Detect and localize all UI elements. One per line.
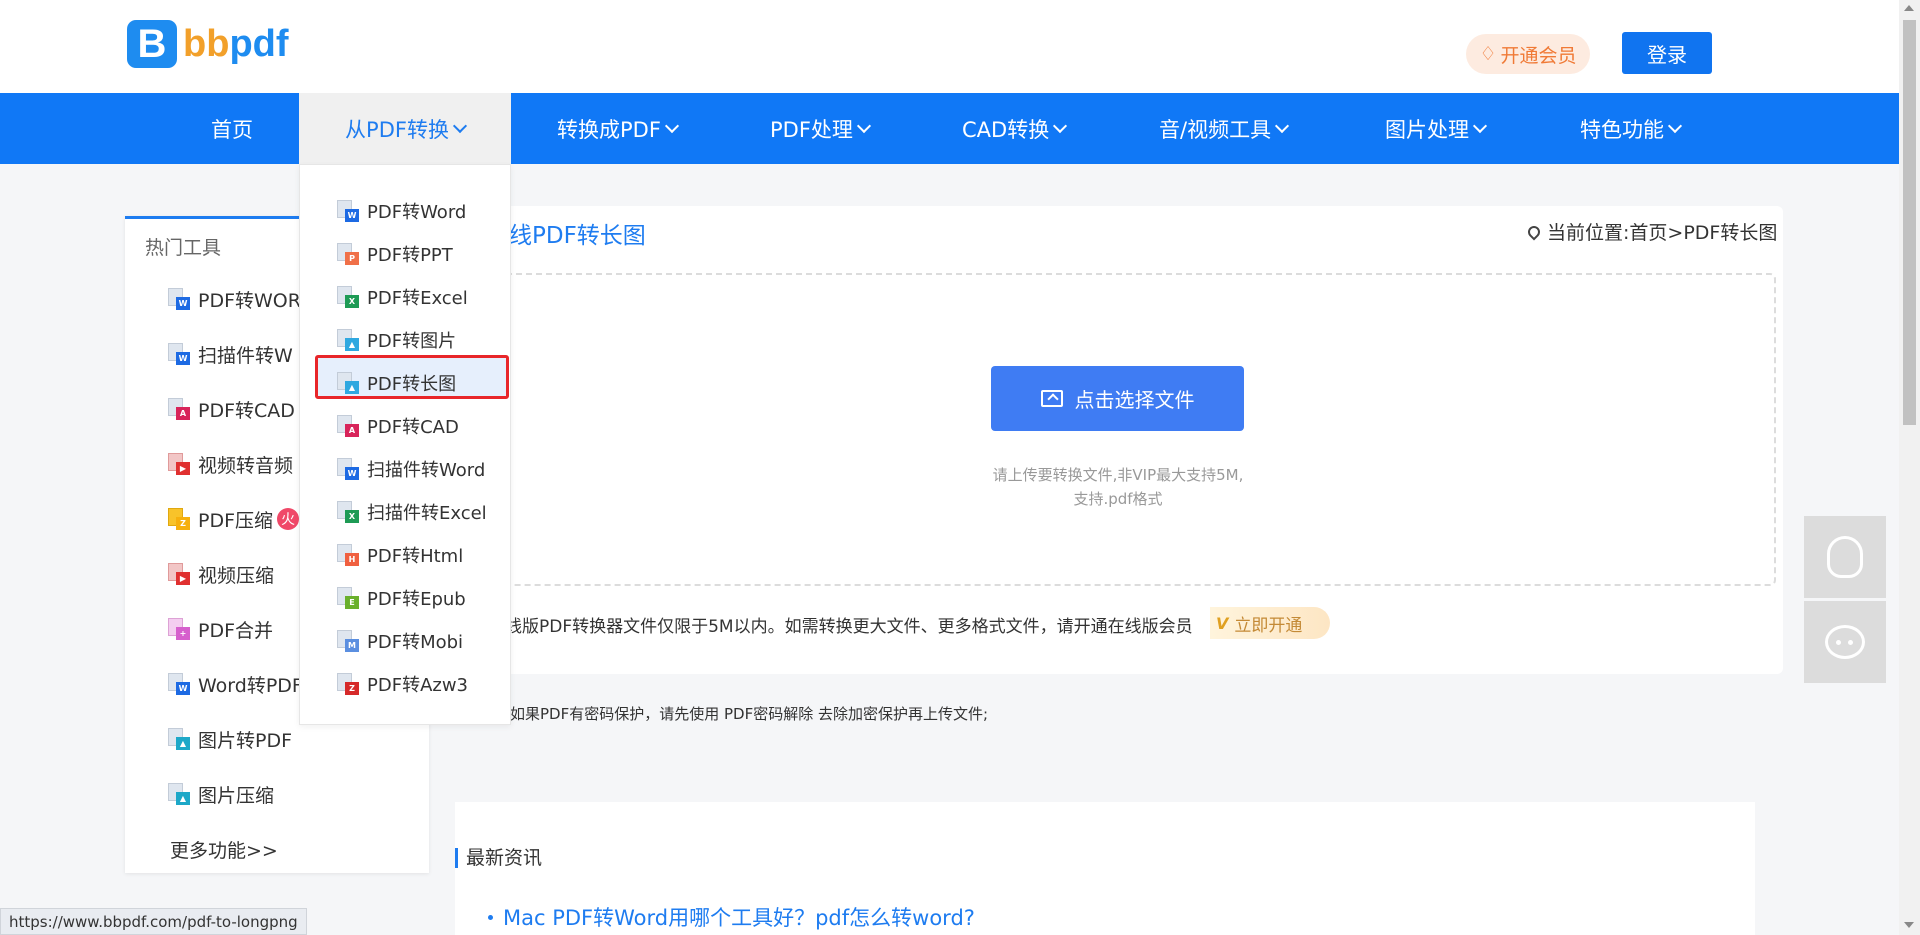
scroll-up-icon[interactable]	[1904, 5, 1914, 11]
logo-mark: B	[127, 20, 177, 68]
location-pin-icon	[1525, 223, 1543, 240]
select-file-button[interactable]: 点击选择文件	[991, 366, 1244, 431]
dropdown-item-scan-to-word[interactable]: W 扫描件转Word	[337, 454, 485, 484]
mobi-file-icon: M	[337, 630, 359, 652]
azw3-file-icon: Z	[337, 673, 359, 695]
diamond-icon: ♢	[1479, 43, 1497, 65]
sidebar-item[interactable]: + PDF合并	[168, 614, 273, 644]
page-title: 线PDF转长图	[509, 223, 646, 249]
html-file-icon: H	[337, 544, 359, 566]
nav-audio-video[interactable]: 音/视频工具	[1159, 93, 1290, 164]
sidebar-item[interactable]: ▲ 图片转PDF	[168, 724, 292, 754]
main-nav: 首页 从PDF转换 转换成PDF PDF处理 CAD转换 音/视频工具 图片处理…	[0, 93, 1899, 164]
more-features-link[interactable]: 更多功能>>	[170, 836, 278, 863]
cad-file-icon: A	[337, 415, 359, 437]
cad-file-icon: A	[168, 398, 190, 420]
word-file-icon: W	[168, 343, 190, 365]
nav-from-pdf[interactable]: 从PDF转换	[299, 93, 511, 164]
nav-special[interactable]: 特色功能	[1580, 93, 1683, 164]
breadcrumb: 当前位置:首页>PDF转长图	[1525, 218, 1777, 245]
upload-hint-line2: 支持.pdf格式	[1073, 490, 1163, 508]
size-limit-note: 线版PDF转换器文件仅限于5M以内。如需转换更大文件、更多格式文件，请开通在线版…	[505, 617, 1193, 637]
wechat-contact-button[interactable]	[1804, 601, 1886, 683]
logo-text: bbpdf	[183, 22, 289, 65]
nav-home[interactable]: 首页	[211, 93, 253, 164]
login-button[interactable]: 登录	[1622, 32, 1712, 74]
upload-hint-line1: 请上传要转换文件,非VIP最大支持5M,	[992, 466, 1244, 484]
dropdown-item-pdf-to-ppt[interactable]: P PDF转PPT	[337, 239, 453, 269]
pdf-unlock-link[interactable]: PDF密码解除	[724, 705, 813, 723]
bullet-icon	[488, 914, 493, 920]
video-file-icon: ▶	[168, 563, 190, 585]
chat-icon	[1825, 625, 1865, 659]
excel-file-icon: X	[337, 501, 359, 523]
image-file-icon: ▲	[168, 783, 190, 805]
site-header: B bbpdf ♢ 开通会员 登录	[0, 0, 1899, 93]
sidebar-item[interactable]: ▶ 视频压缩	[168, 559, 274, 589]
word-file-icon: W	[337, 200, 359, 222]
open-vip-button[interactable]: ♢ 开通会员	[1466, 34, 1590, 74]
dropdown-item-pdf-to-word[interactable]: W PDF转Word	[337, 196, 466, 226]
chevron-down-icon	[1667, 118, 1683, 133]
video-file-icon: ▶	[168, 453, 190, 475]
ppt-file-icon: P	[337, 243, 359, 265]
image-file-icon: ▲	[168, 728, 190, 750]
from-pdf-dropdown: W PDF转Word P PDF转PPT X PDF转Excel ▲ PDF转图片 ▲ P…	[299, 164, 511, 725]
dropdown-item-pdf-to-excel[interactable]: X PDF转Excel	[337, 282, 468, 312]
sidebar-item[interactable]: ▶ 视频转音频	[168, 449, 293, 479]
site-logo[interactable]: B bbpdf	[127, 20, 289, 68]
dropdown-item-pdf-to-mobi[interactable]: M PDF转Mobi	[337, 626, 463, 656]
sidebar-item[interactable]: W 扫描件转W	[168, 339, 293, 369]
dropdown-item-pdf-to-cad[interactable]: A PDF转CAD	[337, 411, 459, 441]
qq-icon	[1827, 536, 1863, 578]
dropdown-item-pdf-to-image[interactable]: ▲ PDF转图片	[337, 325, 456, 355]
sidebar-item[interactable]: W Word转PDF	[168, 669, 303, 699]
sidebar-item[interactable]: W PDF转WOR	[168, 284, 301, 314]
sidebar-item[interactable]: ▲ 图片压缩	[168, 779, 274, 809]
dropdown-item-pdf-to-html[interactable]: H PDF转Html	[337, 540, 463, 570]
sidebar-title: 热门工具	[145, 237, 222, 259]
word-file-icon: W	[168, 288, 190, 310]
excel-file-icon: X	[337, 286, 359, 308]
chevron-down-icon	[452, 118, 468, 133]
password-note: 如果PDF有密码保护，请先使用 PDF密码解除 去除加密保护再上传文件;	[510, 705, 989, 723]
open-vip-label: 开通会员	[1500, 44, 1577, 67]
image-file-icon: ▲	[337, 329, 359, 351]
nav-pdf-process[interactable]: PDF处理	[770, 93, 871, 164]
hot-badge-icon: 火	[277, 508, 300, 530]
nav-to-pdf[interactable]: 转换成PDF	[557, 93, 679, 164]
epub-file-icon: E	[337, 587, 359, 609]
chevron-down-icon	[1053, 118, 1068, 133]
dropdown-item-scan-to-excel[interactable]: X 扫描件转Excel	[337, 497, 487, 527]
nav-cad-convert[interactable]: CAD转换	[962, 93, 1068, 164]
merge-file-icon: +	[168, 618, 190, 640]
scroll-down-icon[interactable]	[1904, 922, 1914, 928]
upload-folder-icon	[1040, 390, 1063, 407]
dropdown-item-pdf-to-epub[interactable]: E PDF转Epub	[337, 583, 466, 613]
sidebar-item[interactable]: A PDF转CAD	[168, 394, 295, 424]
chevron-down-icon	[1472, 118, 1488, 133]
chevron-down-icon	[664, 118, 679, 133]
dropdown-item-pdf-to-long-image[interactable]: ▲ PDF转长图	[337, 368, 456, 398]
chevron-down-icon	[1275, 118, 1290, 133]
vip-icon: V	[1216, 613, 1229, 633]
sidebar-item[interactable]: Z PDF压缩火	[168, 504, 300, 534]
zip-file-icon: Z	[168, 508, 190, 530]
word-file-icon: W	[168, 673, 190, 695]
qq-contact-button[interactable]	[1804, 516, 1886, 598]
nav-image-process[interactable]: 图片处理	[1385, 93, 1488, 164]
dropdown-item-pdf-to-azw3[interactable]: Z PDF转Azw3	[337, 669, 468, 699]
word-file-icon: W	[337, 458, 359, 480]
chevron-down-icon	[856, 118, 871, 133]
scrollbar-thumb[interactable]	[1903, 20, 1916, 425]
open-now-button[interactable]: V 立即开通	[1210, 607, 1330, 639]
link-status-bar: https://www.bbpdf.com/pdf-to-longpng	[0, 908, 307, 935]
news-title: 最新资讯	[455, 848, 542, 868]
news-item[interactable]: Mac PDF转Word用哪个工具好？pdf怎么转word?	[488, 902, 975, 932]
long-image-file-icon: ▲	[337, 372, 359, 394]
